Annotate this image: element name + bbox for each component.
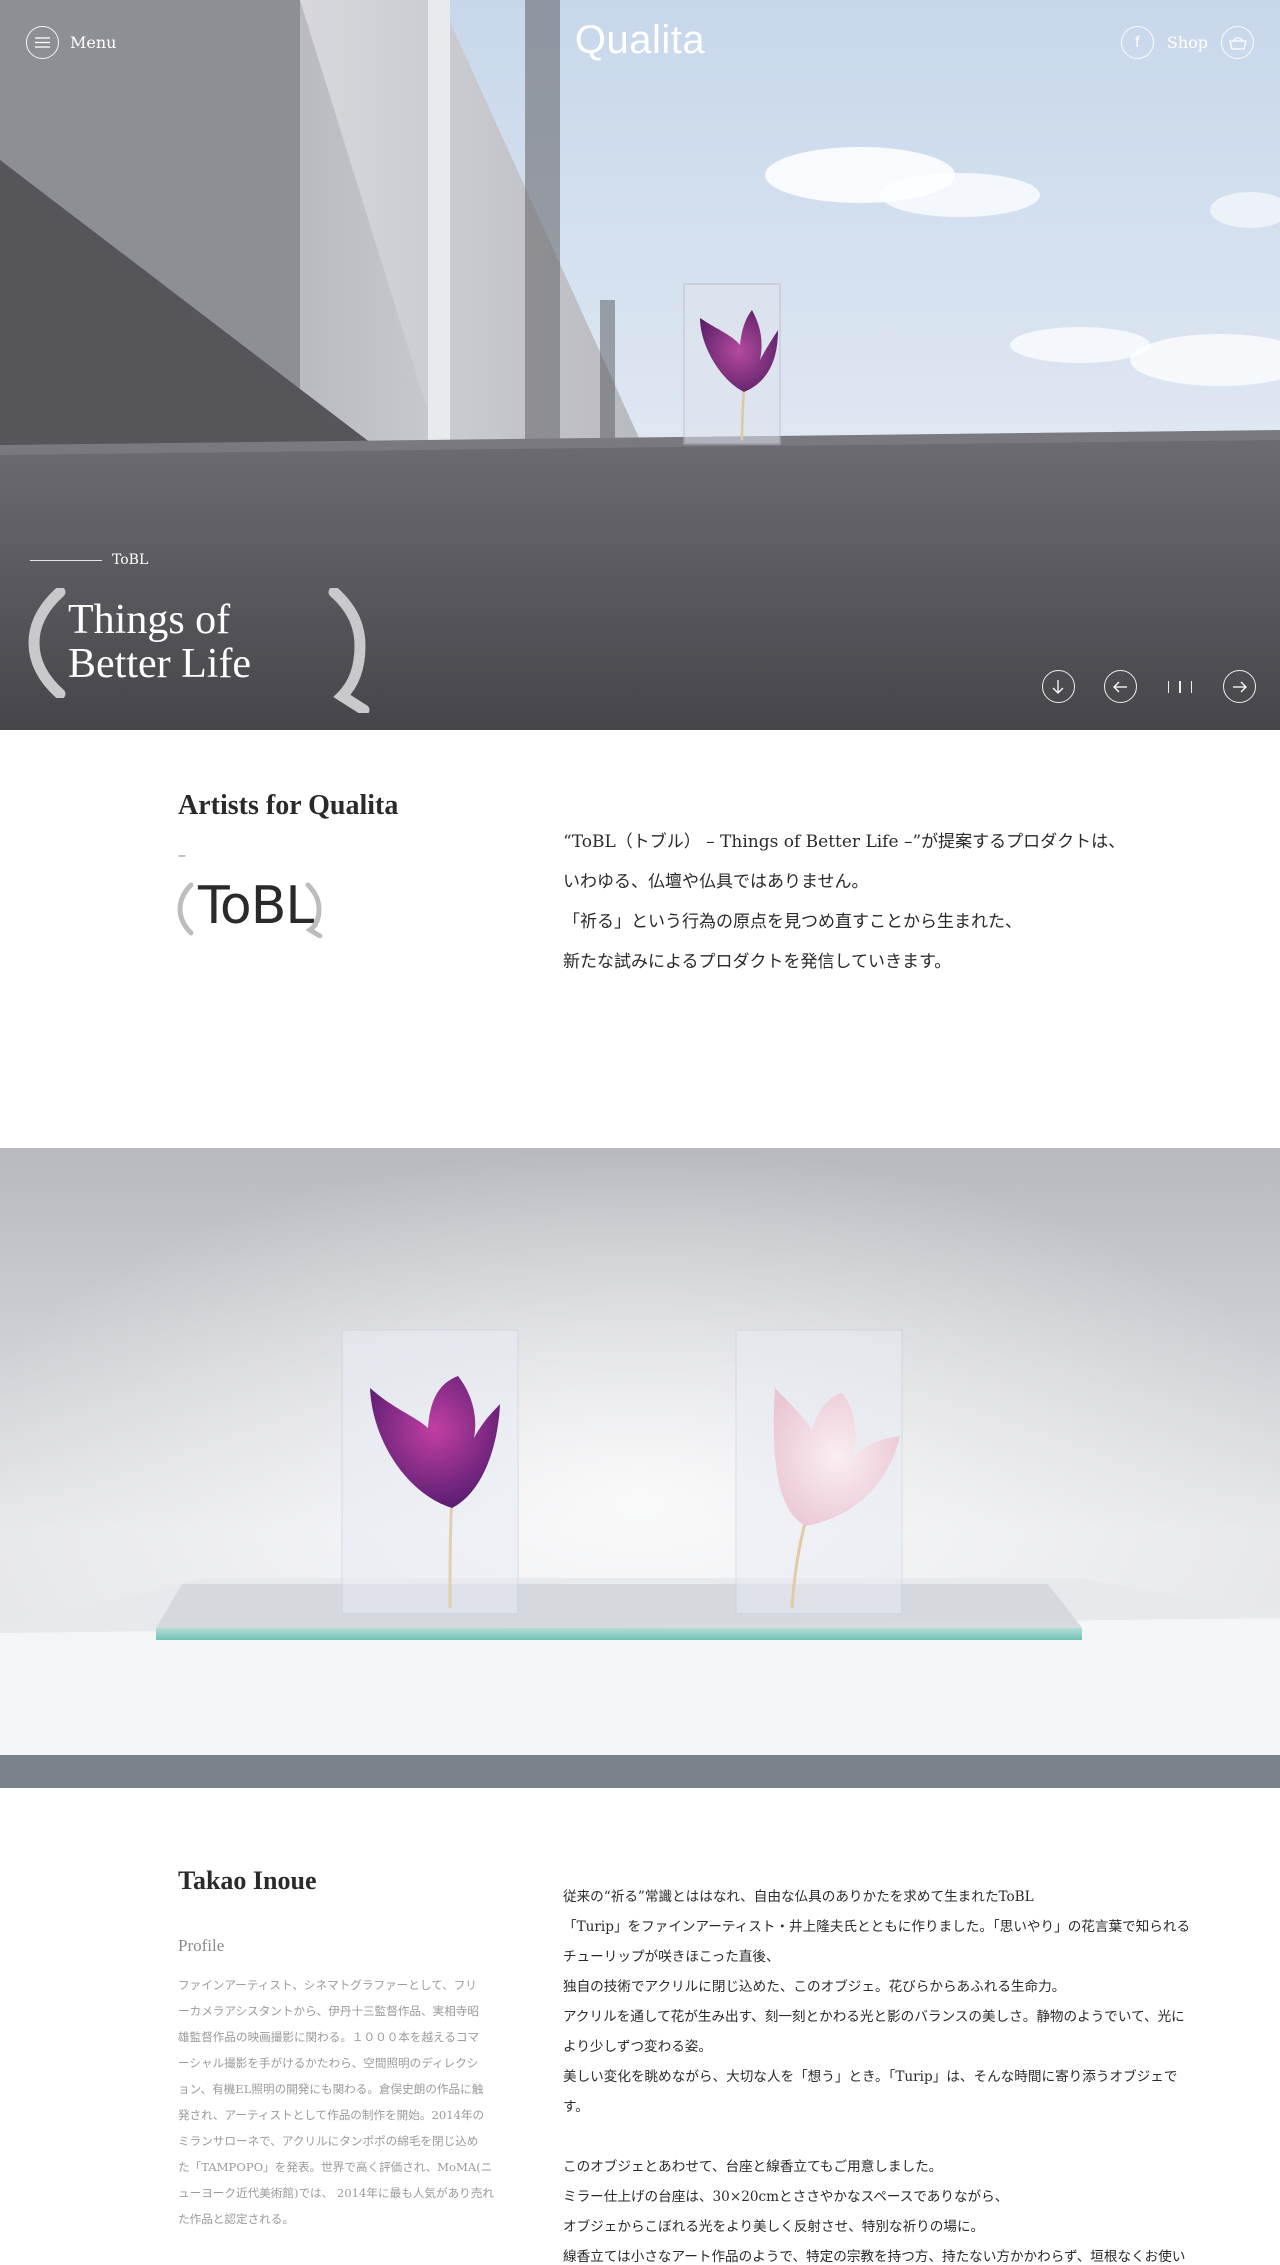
profile-line: 雄監督作品の映画撮影に関わる。１０００本を越えるコマ (178, 2030, 480, 2044)
slide-pager[interactable] (1166, 680, 1195, 693)
profile-label: Profile (178, 1936, 225, 1955)
story-line: このオブジェとあわせて、台座と線香立てもご用意しました。 (563, 2159, 943, 2175)
profile-line: た「TAMPOPO」を発表。世界で高く評価され、MoMA(ニ (178, 2160, 493, 2174)
hero-controls (1041, 670, 1256, 703)
profile-line: た作品と認定される。 (178, 2212, 294, 2226)
menu-label: Menu (70, 33, 117, 52)
site-logo[interactable]: Qualita (575, 18, 705, 63)
facebook-icon[interactable]: f (1120, 26, 1154, 59)
hamburger-icon (26, 26, 59, 59)
tobl-left-bracket-icon (177, 882, 194, 936)
hero-kicker-text: ToBL (112, 552, 149, 568)
tobl-wordmark: ToBL (198, 876, 314, 936)
profile-line: ーカメラアシスタントから、伊丹十三監督作品、実相寺昭 (178, 2004, 479, 2018)
product-photo (0, 1148, 1280, 1788)
story-line: 美しい変化を眺めながら、大切な人を「想う」とき。「Turip」は、そんな時間に寄… (563, 2069, 1178, 2085)
right-bracket-icon (328, 588, 370, 713)
shop-link[interactable]: Shop (1167, 33, 1208, 52)
shopping-basket-icon[interactable] (1221, 26, 1254, 59)
story-line: 線香立ては小さなアート作品のようで、特定の宗教を持つ方、持たない方かかわらず、垣… (563, 2249, 1186, 2265)
tobl-logo: ToBL (176, 876, 336, 938)
intro-line: 新たな試みによるプロダクトを発信していきます。 (563, 952, 952, 972)
story-line: オブジェからこぼれる光をより美しく反射させ、特別な祈りの場に。 (563, 2219, 985, 2235)
left-bracket-icon (28, 588, 66, 698)
profile-line: 発され、アーティストとして作品の制作を開始。2014年の (178, 2108, 485, 2122)
profile-line: ファインアーティスト、シネマトグラファーとして、フリ (178, 1978, 477, 1992)
menu-button[interactable]: Menu (26, 26, 116, 59)
shop-label: Shop (1166, 33, 1208, 52)
arrow-left-icon[interactable] (1103, 670, 1137, 703)
hero-title: Things of Better Life (68, 598, 251, 686)
profile-line: ューヨーク近代美術館)では、 2014年に最も人気があり売れ (178, 2186, 494, 2200)
hero-title-line2: Better Life (68, 641, 252, 687)
section-heading: Artists for Qualita (178, 790, 399, 821)
story-line: 「Turip」をファインアーティスト・井上隆夫氏とともに作りました。「思いやり」… (563, 1919, 1191, 1935)
story-line: す。 (563, 2099, 589, 2115)
story-line: ミラー仕上げの台座は、30×20cmとささやかなスペースでありながら、 (563, 2189, 1009, 2205)
kicker-line (30, 559, 102, 561)
hero-kicker: ToBL (30, 552, 148, 568)
intro-line: 「祈る」という行為の原点を見つめ直すことから生まれた、 (563, 912, 1022, 932)
profile-line: ョン、有機EL照明の開発にも関わる。倉俣史朗の作品に触 (178, 2082, 484, 2096)
intro-text: “ToBL（トブル） – Things of Better Life –”が提案… (563, 822, 1203, 982)
arrow-down-icon[interactable] (1041, 670, 1075, 703)
hero-title-block: Things of Better Life (28, 588, 373, 713)
header-actions: f Shop (1120, 26, 1254, 59)
story-line: 従来の“祈る”常識とははなれ、自由な仏具のありかたを求めて生まれたToBL (563, 1889, 1034, 1905)
top-navigation: Menu Qualita f Shop (0, 0, 1280, 86)
arrow-right-icon[interactable] (1223, 670, 1256, 703)
story-line: チューリップが咲きほこった直後、 (563, 1949, 780, 1965)
story-line: アクリルを通して花が生み出す、刻一刻とかわる光と影のバランスの美しさ。静物のよう… (563, 2009, 1185, 2025)
heading-dash: – (178, 845, 186, 864)
profile-text: ファインアーティスト、シネマトグラファーとして、フリ ーカメラアシスタントから、… (178, 1972, 500, 2232)
intro-line: いわゆる、仏壇や仏具ではありません。 (563, 872, 869, 892)
intro-line: “ToBL（トブル） – Things of Better Life –”が提案… (563, 832, 1126, 852)
hero-section: Menu Qualita f Shop ToBL Things of Bette… (0, 0, 1280, 730)
profile-line: ミランサローネで、アクリルにタンポポの綿毛を閉じ込め (178, 2134, 479, 2148)
story-line: 独自の技術でアクリルに閉じ込めた、このオブジェ。花びらからあふれる生命力。 (563, 1979, 1066, 1995)
artist-name: Takao Inoue (178, 1866, 317, 1895)
product-story: 従来の“祈る”常識とははなれ、自由な仏具のありかたを求めて生まれたToBL 「T… (563, 1882, 1213, 2265)
tobl-right-bracket-icon (305, 882, 323, 938)
story-line: より少しずつ変わる姿。 (563, 2039, 712, 2055)
profile-line: ーシャル撮影を手がけるかたわら、空間照明のディレクシ (178, 2056, 479, 2070)
hero-title-line1: Things of (68, 597, 231, 643)
